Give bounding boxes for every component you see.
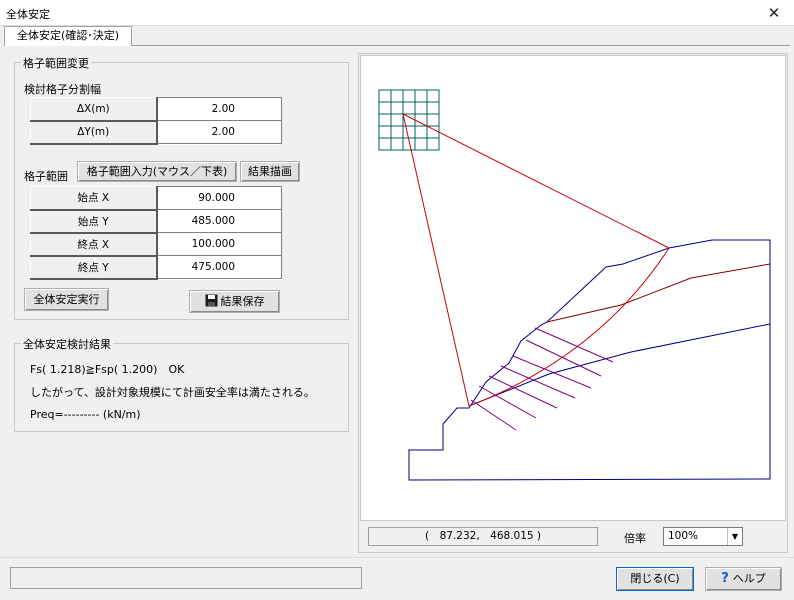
grid-range-input-button[interactable]: 格子範囲入力(マウス／下表) bbox=[77, 161, 237, 182]
cursor-coordinates: ( 87.232, 468.015 ) bbox=[368, 527, 598, 546]
table-row: ΔY(m) 2.00 bbox=[30, 120, 282, 145]
slope-outline bbox=[408, 239, 771, 481]
status-field bbox=[10, 567, 362, 589]
zoom-value: 100% bbox=[668, 530, 699, 542]
slice-lines bbox=[470, 327, 614, 431]
range-table: 始点 X 90.000 始点 Y 485.000 終点 X 100.000 終点… bbox=[30, 186, 282, 280]
table-row: 終点 X 100.000 bbox=[30, 232, 282, 257]
start-x-label: 始点 X bbox=[30, 186, 158, 211]
footer-divider bbox=[0, 557, 794, 558]
end-y-input[interactable]: 475.000 bbox=[156, 255, 282, 279]
tab-divider bbox=[132, 45, 790, 46]
help-label: ヘルプ bbox=[732, 572, 766, 585]
table-row: 終点 Y 475.000 bbox=[30, 255, 282, 280]
zoom-select[interactable]: 100% ▼ bbox=[663, 527, 743, 546]
question-icon: ? bbox=[721, 571, 729, 586]
slip-center-lines bbox=[402, 113, 670, 407]
result-preq-line: Preq=--------- (kN/m) bbox=[30, 408, 141, 421]
slope-drawing bbox=[378, 89, 771, 481]
layer-boundary-lower bbox=[468, 323, 771, 407]
start-y-input[interactable]: 485.000 bbox=[156, 209, 282, 233]
help-button[interactable]: ? ヘルプ bbox=[705, 567, 782, 591]
grid-division-subtitle: 検討格子分割幅 bbox=[24, 83, 101, 96]
end-x-input[interactable]: 100.000 bbox=[156, 232, 282, 256]
floppy-disk-icon bbox=[205, 294, 217, 307]
slip-circle bbox=[468, 247, 670, 407]
table-row: 始点 X 90.000 bbox=[30, 186, 282, 211]
grid-change-legend: 格子範囲変更 bbox=[21, 55, 91, 71]
title-bar: 全体安定 ✕ bbox=[0, 0, 794, 26]
grid-range-label: 格子範囲 bbox=[24, 170, 68, 183]
zoom-label: 倍率 bbox=[624, 532, 646, 545]
close-button[interactable]: 閉じる(C) bbox=[616, 567, 694, 591]
window-title: 全体安定 bbox=[6, 8, 50, 21]
end-x-label: 終点 X bbox=[30, 232, 158, 257]
chevron-down-icon[interactable]: ▼ bbox=[727, 528, 742, 545]
result-legend: 全体安定検討結果 bbox=[21, 336, 113, 352]
division-table: ΔX(m) 2.00 ΔY(m) 2.00 bbox=[30, 97, 282, 145]
dx-input[interactable]: 2.00 bbox=[156, 97, 282, 121]
dy-input[interactable]: 2.00 bbox=[156, 120, 282, 144]
run-stability-button[interactable]: 全体安定実行 bbox=[24, 288, 109, 311]
save-result-button[interactable]: 結果保存 bbox=[189, 290, 280, 313]
close-icon[interactable]: ✕ bbox=[754, 0, 794, 26]
drawing-canvas[interactable] bbox=[360, 55, 786, 521]
start-y-label: 始点 Y bbox=[30, 209, 158, 234]
end-y-label: 終点 Y bbox=[30, 255, 158, 280]
table-row: ΔX(m) 2.00 bbox=[30, 97, 282, 122]
tab-stability-confirm[interactable]: 全体安定(確認･決定) bbox=[4, 26, 132, 46]
dy-label: ΔY(m) bbox=[30, 120, 158, 145]
layer-boundary-upper bbox=[546, 263, 771, 323]
save-result-label: 結果保存 bbox=[220, 295, 265, 308]
result-conclusion-line: したがって、設計対象規模にて計画安全率は満たされる。 bbox=[30, 386, 315, 399]
draw-result-button[interactable]: 結果描画 bbox=[240, 161, 300, 182]
start-x-input[interactable]: 90.000 bbox=[156, 186, 282, 210]
result-fs-line: Fs( 1.218)≧Fsp( 1.200) OK bbox=[30, 363, 185, 376]
dx-label: ΔX(m) bbox=[30, 97, 158, 122]
table-row: 始点 Y 485.000 bbox=[30, 209, 282, 234]
